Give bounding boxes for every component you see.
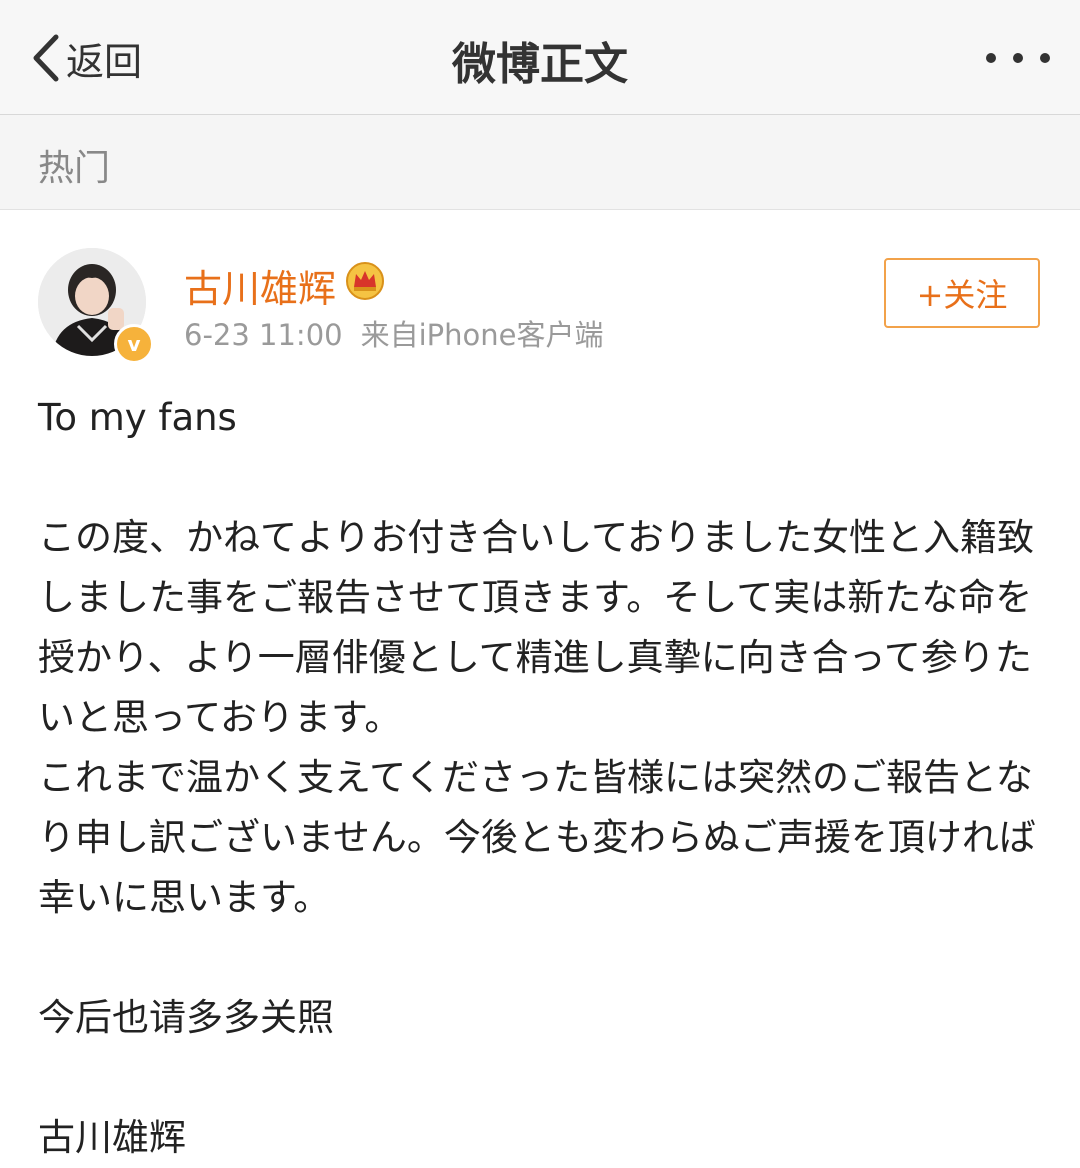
verified-badge-icon: v: [114, 324, 154, 364]
post-paragraph: これまで温かく支えてくださった皆様には突然のご報告となり申し訳ございません。今後…: [38, 756, 1036, 919]
crown-icon: [346, 262, 384, 300]
navigation-bar: 返回 微博正文: [0, 0, 1080, 115]
section-header: 热门: [0, 115, 1080, 210]
section-label: 热门: [38, 148, 111, 189]
author-name[interactable]: 古川雄辉: [184, 258, 336, 313]
post-source: 来自iPhone客户端: [360, 318, 604, 352]
page-title: 微博正文: [452, 39, 628, 90]
post-time: 6-23 11:00: [184, 318, 343, 352]
post-content: To my fans この度、かねてよりお付き合いしておりました女性と入籍致しま…: [38, 388, 1042, 1168]
post-greeting: To my fans: [38, 396, 237, 439]
more-dots-icon[interactable]: [986, 44, 1050, 72]
post-signature: 古川雄辉: [38, 1116, 186, 1159]
weibo-post: v 古川雄辉 6-23 11:00 来自iPhone客户端 +关注 To my f…: [0, 210, 1080, 1159]
post-closing: 今后也请多多关照: [38, 996, 334, 1039]
post-meta: 6-23 11:00 来自iPhone客户端: [184, 312, 604, 354]
follow-button[interactable]: +关注: [884, 258, 1040, 328]
post-paragraph: この度、かねてよりお付き合いしておりました女性と入籍致しました事をご報告させて頂…: [38, 516, 1035, 739]
